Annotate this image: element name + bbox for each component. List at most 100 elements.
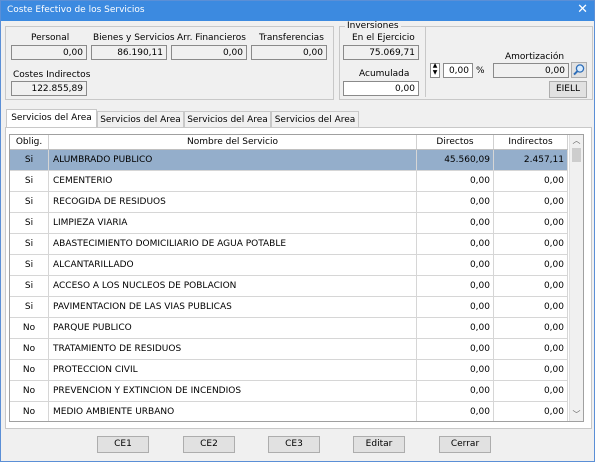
group-divider xyxy=(425,27,426,97)
table-row[interactable]: No PROTECCION CIVIL 0,00 0,00 xyxy=(10,360,568,381)
directos-cell: 0,00 xyxy=(417,192,494,212)
eiell-button[interactable]: EIELL xyxy=(549,81,587,98)
col-header-oblig[interactable]: Oblig. xyxy=(10,135,49,149)
magnifier-icon xyxy=(573,64,585,76)
oblig-cell: Si xyxy=(10,297,49,317)
directos-cell: 0,00 xyxy=(417,171,494,191)
nombre-cell: TRATAMIENTO DE RESIDUOS xyxy=(49,339,417,359)
oblig-cell: No xyxy=(10,318,49,338)
directos-cell: 45.560,09 xyxy=(417,150,494,170)
scroll-thumb[interactable] xyxy=(572,148,581,162)
cerrar-button[interactable]: Cerrar xyxy=(439,436,491,453)
table-row[interactable]: Si ABASTECIMIENTO DOMICILIARIO DE AGUA PO… xyxy=(10,234,568,255)
indirectos-cell: 0,00 xyxy=(494,339,568,359)
table-row[interactable]: Si ALUMBRADO PUBLICO 45.560,09 2.457,11 xyxy=(10,150,568,171)
grid-header: Oblig. Nombre del Servicio Directos Indi… xyxy=(10,135,568,150)
oblig-cell: No xyxy=(10,402,49,421)
indirectos-cell: 0,00 xyxy=(494,381,568,401)
table-row[interactable]: No MEDIO AMBIENTE URBANO 0,00 0,00 xyxy=(10,402,568,421)
dialog-window: Coste Efectivo de los Servicios ✕ Person… xyxy=(0,0,595,462)
ce3-button[interactable]: CE3 xyxy=(268,436,320,453)
oblig-cell: Si xyxy=(10,276,49,296)
scroll-up-icon[interactable]: ︿ xyxy=(570,135,583,147)
table-row[interactable]: Si ALCANTARILLADO 0,00 0,00 xyxy=(10,255,568,276)
directos-cell: 0,00 xyxy=(417,213,494,233)
transferencias-value: 0,00 xyxy=(251,45,327,60)
oblig-cell: Si xyxy=(10,255,49,275)
editar-button[interactable]: Editar xyxy=(353,436,405,453)
acumulada-input[interactable]: 0,00 xyxy=(343,81,419,96)
col-header-indirectos[interactable]: Indirectos xyxy=(494,135,568,149)
window-title: Coste Efectivo de los Servicios xyxy=(7,5,145,15)
indirectos-cell: 0,00 xyxy=(494,255,568,275)
percent-input[interactable]: 0,00 xyxy=(443,63,473,78)
table-row[interactable]: Si ACCESO A LOS NUCLEOS DE POBLACION 0,00 0… xyxy=(10,276,568,297)
table-row[interactable]: No PARQUE PUBLICO 0,00 0,00 xyxy=(10,318,568,339)
arr-financieros-label: Arr. Financieros xyxy=(177,33,246,43)
nombre-cell: ACCESO A LOS NUCLEOS DE POBLACION xyxy=(49,276,417,296)
tab-area-3[interactable]: Servicios del Area 3 xyxy=(184,111,271,141)
oblig-cell: Si xyxy=(10,171,49,191)
bienes-label: Bienes y Servicios xyxy=(93,33,175,43)
percent-sign: % xyxy=(476,66,485,76)
grid-scrollbar[interactable]: ︿ ﹀ xyxy=(569,135,583,421)
percent-spinner[interactable]: ▲ ▼ xyxy=(430,63,440,78)
oblig-cell: Si xyxy=(10,213,49,233)
spin-down-icon[interactable]: ▼ xyxy=(431,70,439,76)
col-header-nombre[interactable]: Nombre del Servicio xyxy=(49,135,417,149)
nombre-cell: PAVIMENTACION DE LAS VIAS PUBLICAS xyxy=(49,297,417,317)
indirectos-cell: 0,00 xyxy=(494,360,568,380)
costes-indirectos-label: Costes Indirectos xyxy=(13,70,91,80)
oblig-cell: No xyxy=(10,381,49,401)
indirectos-cell: 0,00 xyxy=(494,234,568,254)
nombre-cell: PARQUE PUBLICO xyxy=(49,318,417,338)
tab-area-4[interactable]: Servicios del Area 4 xyxy=(271,111,359,141)
table-row[interactable]: Si LIMPIEZA VIARIA 0,00 0,00 xyxy=(10,213,568,234)
scroll-down-icon[interactable]: ﹀ xyxy=(570,409,583,421)
search-button[interactable] xyxy=(571,62,587,78)
directos-cell: 0,00 xyxy=(417,276,494,296)
tab-area-2[interactable]: Servicios del Area 2 xyxy=(97,111,184,141)
col-header-directos[interactable]: Directos xyxy=(417,135,494,149)
indirectos-cell: 0,00 xyxy=(494,318,568,338)
indirectos-cell: 0,00 xyxy=(494,402,568,421)
tab-area-1[interactable]: Servicios del Area 1 xyxy=(6,109,97,139)
table-row[interactable]: Si CEMENTERIO 0,00 0,00 xyxy=(10,171,568,192)
table-row[interactable]: Si PAVIMENTACION DE LAS VIAS PUBLICAS 0,00… xyxy=(10,297,568,318)
table-row[interactable]: No PREVENCION Y EXTINCION DE INCENDIOS 0,0… xyxy=(10,381,568,402)
costes-indirectos-value: 122.855,89 xyxy=(11,81,87,96)
bienes-value: 86.190,11 xyxy=(91,45,167,60)
transferencias-label: Transferencias xyxy=(259,33,324,43)
table-row[interactable]: Si RECOGIDA DE RESIDUOS 0,00 0,00 xyxy=(10,192,568,213)
services-grid[interactable]: Oblig. Nombre del Servicio Directos Indi… xyxy=(9,134,584,422)
arr-financieros-value: 0,00 xyxy=(171,45,247,60)
ce2-button[interactable]: CE2 xyxy=(183,436,235,453)
oblig-cell: Si xyxy=(10,150,49,170)
personal-label: Personal xyxy=(31,33,70,43)
directos-cell: 0,00 xyxy=(417,339,494,359)
amortizacion-label: Amortización xyxy=(505,52,565,62)
acumulada-label: Acumulada xyxy=(359,69,410,79)
indirectos-cell: 0,00 xyxy=(494,171,568,191)
indirectos-cell: 0,00 xyxy=(494,192,568,212)
close-icon[interactable]: ✕ xyxy=(577,2,588,18)
directos-cell: 0,00 xyxy=(417,360,494,380)
ce1-button[interactable]: CE1 xyxy=(97,436,149,453)
directos-cell: 0,00 xyxy=(417,318,494,338)
directos-cell: 0,00 xyxy=(417,255,494,275)
inversiones-label: Inversiones xyxy=(345,21,401,31)
oblig-cell: No xyxy=(10,339,49,359)
oblig-cell: Si xyxy=(10,234,49,254)
title-bar: Coste Efectivo de los Servicios ✕ xyxy=(1,1,594,21)
personal-value: 0,00 xyxy=(11,45,87,60)
oblig-cell: Si xyxy=(10,192,49,212)
table-row[interactable]: No TRATAMIENTO DE RESIDUOS 0,00 0,00 xyxy=(10,339,568,360)
nombre-cell: LIMPIEZA VIARIA xyxy=(49,213,417,233)
indirectos-cell: 0,00 xyxy=(494,276,568,296)
nombre-cell: ALCANTARILLADO xyxy=(49,255,417,275)
nombre-cell: MEDIO AMBIENTE URBANO xyxy=(49,402,417,421)
indirectos-cell: 0,00 xyxy=(494,213,568,233)
nombre-cell: ALUMBRADO PUBLICO xyxy=(49,150,417,170)
amortizacion-value: 0,00 xyxy=(493,63,569,78)
nombre-cell: PREVENCION Y EXTINCION DE INCENDIOS xyxy=(49,381,417,401)
